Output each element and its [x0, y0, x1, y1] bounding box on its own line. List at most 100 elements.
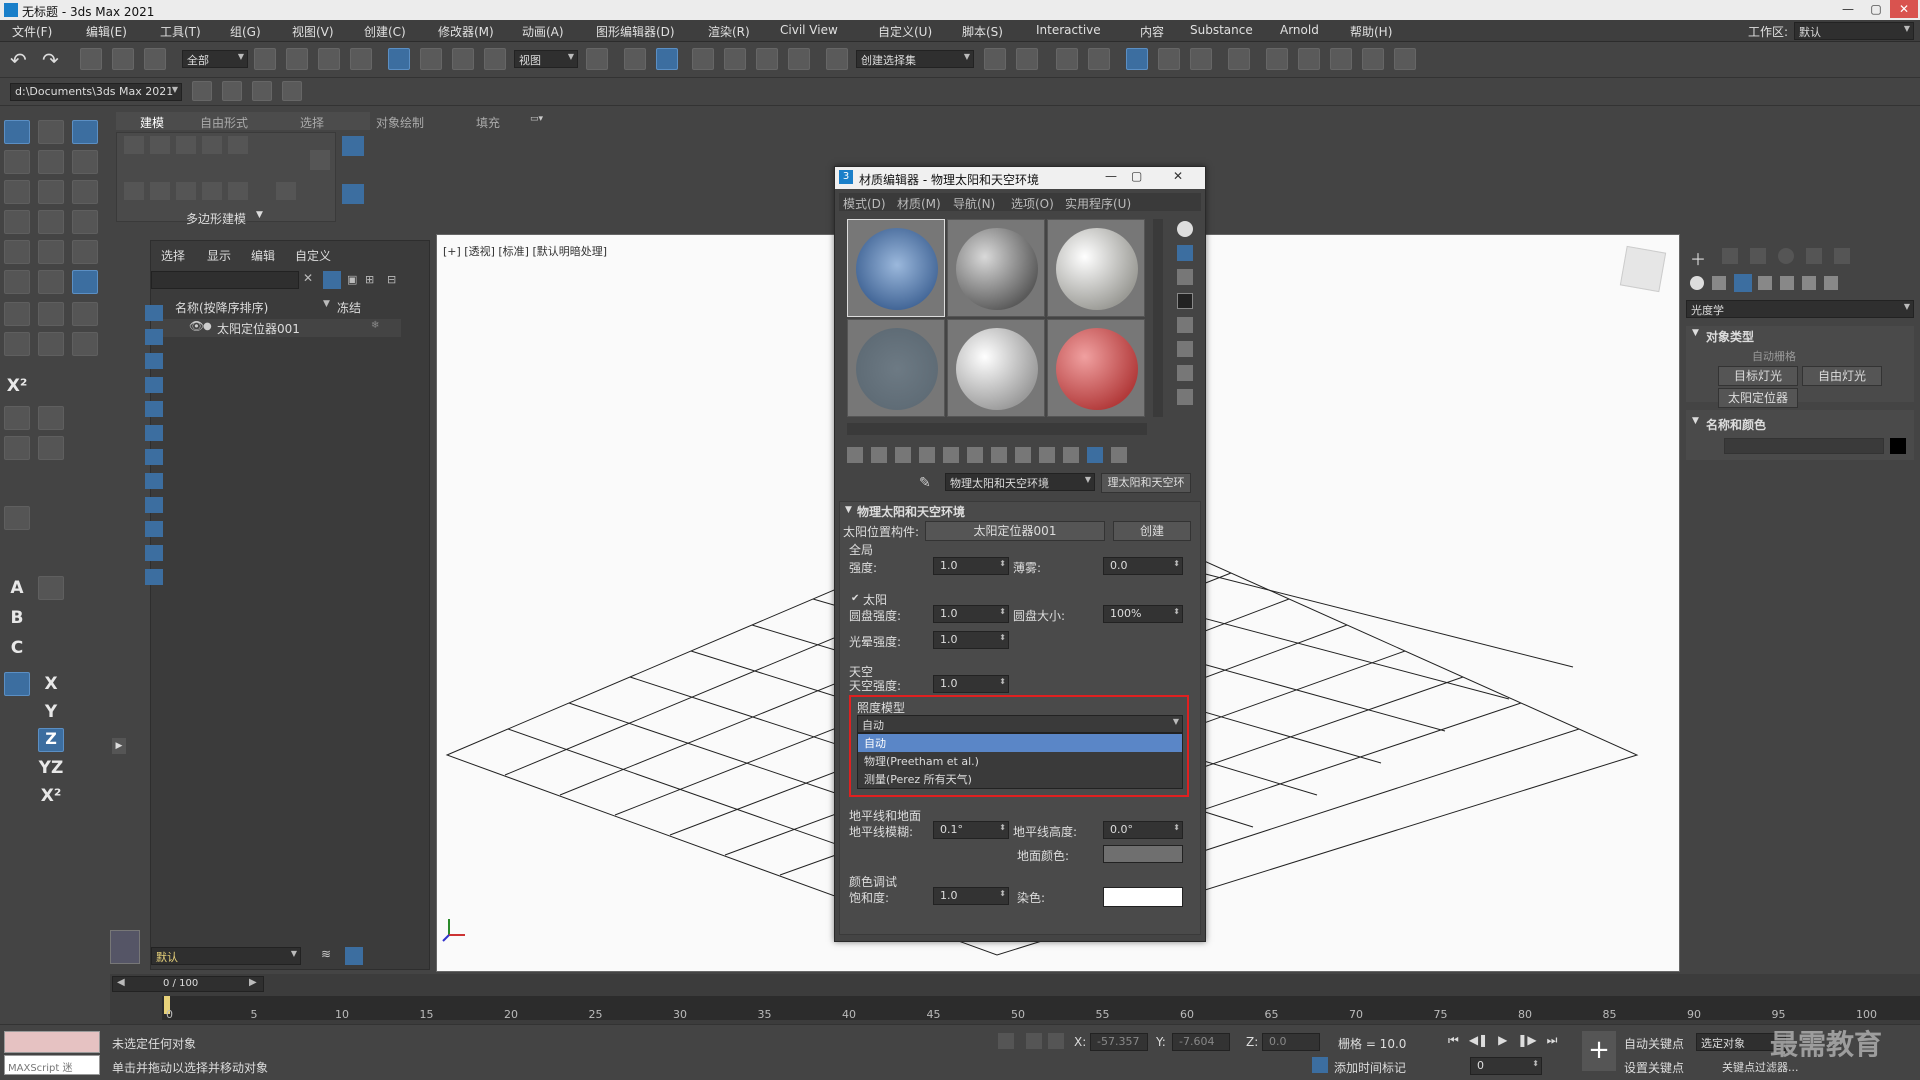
- material-editor-icon[interactable]: [1228, 48, 1250, 70]
- align-icon[interactable]: [1016, 48, 1038, 70]
- x-coord-field[interactable]: -57.357: [1090, 1033, 1148, 1051]
- pin-stack-icon[interactable]: [310, 150, 330, 170]
- a360-gallery-icon[interactable]: [1394, 48, 1416, 70]
- object-name-input[interactable]: [1724, 438, 1884, 454]
- axis-yz-icon[interactable]: YZ: [38, 756, 64, 780]
- table-row[interactable]: 👁 ● 太阳定位器001 ❄: [151, 319, 401, 337]
- curve-editor-icon[interactable]: [1158, 48, 1180, 70]
- curve-tool-icon[interactable]: [4, 240, 30, 264]
- ribbon-tab-populate[interactable]: 填充: [476, 114, 500, 131]
- display-tab-icon[interactable]: [1806, 248, 1822, 264]
- material-slot-3[interactable]: [1047, 219, 1145, 317]
- rollout-title[interactable]: 物理太阳和天空环境: [857, 503, 965, 520]
- create-sun-button[interactable]: 创建: [1113, 521, 1191, 541]
- close-button[interactable]: ✕: [1890, 0, 1918, 18]
- angle-snap-icon[interactable]: [724, 48, 746, 70]
- absolute-mode-icon[interactable]: [1048, 1033, 1064, 1049]
- sun-enable-checkbox[interactable]: ✔: [851, 593, 859, 604]
- select-place-icon[interactable]: [484, 48, 506, 70]
- select-by-name-icon[interactable]: [286, 48, 308, 70]
- menu-graph-editors[interactable]: 图形编辑器(D): [596, 23, 675, 40]
- z-coord-field[interactable]: 0.0: [1262, 1033, 1320, 1051]
- material-name-dropdown[interactable]: 物理太阳和天空环境 ▼: [945, 473, 1095, 491]
- render-cloud-icon[interactable]: [1362, 48, 1384, 70]
- visibility-eye-icon[interactable]: 👁: [189, 319, 204, 333]
- ribbon-tab-object-paint[interactable]: 对象绘制: [376, 114, 424, 131]
- menu-view[interactable]: 视图(V): [292, 23, 334, 40]
- menu-civil-view[interactable]: Civil View: [780, 23, 838, 37]
- put-to-scene-icon[interactable]: [871, 447, 887, 463]
- hierarchy-tab-icon[interactable]: [1750, 248, 1766, 264]
- ground-color-swatch[interactable]: [1103, 845, 1183, 863]
- material-slot-1[interactable]: [847, 219, 945, 317]
- render-production-icon[interactable]: [1330, 48, 1352, 70]
- layer-dropdown[interactable]: 默认 ▼: [151, 947, 301, 965]
- layers-stack-icon[interactable]: ≋: [321, 947, 339, 965]
- text-b-icon[interactable]: B: [4, 606, 30, 630]
- axis-z-icon[interactable]: Z: [38, 728, 64, 752]
- geometry-icon[interactable]: [1690, 276, 1704, 290]
- me-maximize-button[interactable]: ▢: [1131, 169, 1153, 183]
- set-key-big-icon[interactable]: +: [1582, 1031, 1616, 1071]
- maxscript-input[interactable]: MAXScript 迷: [4, 1055, 100, 1075]
- ribbon-options-icon[interactable]: ▭▾: [530, 114, 552, 126]
- auto-key-button[interactable]: 自动关键点: [1624, 1035, 1684, 1052]
- reset-map-icon[interactable]: [919, 447, 935, 463]
- show-shaded-icon[interactable]: [1039, 447, 1055, 463]
- filter-hidden-icon[interactable]: [145, 569, 163, 585]
- option-auto[interactable]: 自动: [858, 734, 1182, 752]
- cloth-tool-icon[interactable]: [38, 240, 64, 264]
- vertex-icon[interactable]: [4, 210, 30, 234]
- menu-content[interactable]: 内容: [1140, 23, 1164, 40]
- filter-xrefs-icon[interactable]: [145, 473, 163, 489]
- modify-tab-icon[interactable]: [1722, 248, 1738, 264]
- select-manipulate-icon[interactable]: [624, 48, 646, 70]
- align-tool-icon[interactable]: [38, 270, 64, 294]
- use-nurms-icon[interactable]: [342, 184, 364, 204]
- project-set-icon[interactable]: [282, 81, 302, 101]
- filter-groups-icon[interactable]: [145, 449, 163, 465]
- filter-frozen-icon[interactable]: [145, 545, 163, 561]
- assign-to-selection-icon[interactable]: [895, 447, 911, 463]
- minimize-button[interactable]: —: [1834, 0, 1862, 18]
- light-category-dropdown[interactable]: 光度学 ▼: [1686, 300, 1914, 318]
- make-preview-icon[interactable]: [1177, 341, 1193, 357]
- menu-modifiers[interactable]: 修改器(M): [438, 23, 494, 40]
- grid-view-icon[interactable]: [4, 672, 30, 696]
- edit-mesh-icon[interactable]: [176, 136, 196, 154]
- target-light-button[interactable]: 目标灯光: [1718, 366, 1798, 386]
- menu-interactive[interactable]: Interactive: [1036, 23, 1101, 37]
- isolate-selection-icon[interactable]: [998, 1033, 1014, 1049]
- pivot-snap-icon[interactable]: [72, 210, 98, 234]
- sun-position-object-button[interactable]: 太阳定位器001: [925, 521, 1105, 541]
- explorer-search-input[interactable]: [151, 271, 299, 289]
- motion-tab-icon[interactable]: [1778, 248, 1794, 264]
- me-menu-utilities[interactable]: 实用程序(U): [1065, 195, 1131, 212]
- horizon-blur-spinner[interactable]: 0.1° ⬍: [933, 821, 1009, 839]
- column-name-header[interactable]: 名称(按降序排序): [175, 299, 268, 316]
- edit-named-selection-icon[interactable]: [826, 48, 848, 70]
- menu-create[interactable]: 创建(C): [364, 23, 406, 40]
- snap-point-icon[interactable]: [4, 180, 30, 204]
- create-tab-icon[interactable]: ＋: [1690, 246, 1710, 269]
- xy-axis-icon[interactable]: X²: [4, 374, 30, 398]
- filter-shapes-icon[interactable]: [145, 329, 163, 345]
- toggle-layer-explorer-icon[interactable]: [1088, 48, 1110, 70]
- paint-selection-icon[interactable]: [4, 506, 30, 530]
- brush-tool-icon[interactable]: [72, 240, 98, 264]
- haze-spinner[interactable]: 0.0 ⬍: [1103, 557, 1183, 575]
- vertex-mode-icon[interactable]: [124, 182, 144, 200]
- current-frame-field[interactable]: 0 ⬍: [1470, 1057, 1542, 1075]
- reference-icon[interactable]: [38, 302, 64, 326]
- y-coord-field[interactable]: -7.604: [1172, 1033, 1230, 1051]
- go-forward-sibling-icon[interactable]: [1111, 447, 1127, 463]
- auto-grid-checkbox[interactable]: 自动栅格: [1752, 348, 1796, 364]
- ribbon-tab-modeling[interactable]: 建模: [140, 114, 164, 131]
- axis-xy-icon[interactable]: X²: [38, 784, 64, 808]
- filter-icon[interactable]: [323, 271, 341, 289]
- lasso-icon[interactable]: [4, 150, 30, 174]
- workspace-dropdown[interactable]: 默认 ▼: [1794, 22, 1914, 40]
- menu-substance[interactable]: Substance: [1190, 23, 1253, 37]
- filter-lights-icon[interactable]: [145, 353, 163, 369]
- systems-icon[interactable]: [1824, 276, 1838, 290]
